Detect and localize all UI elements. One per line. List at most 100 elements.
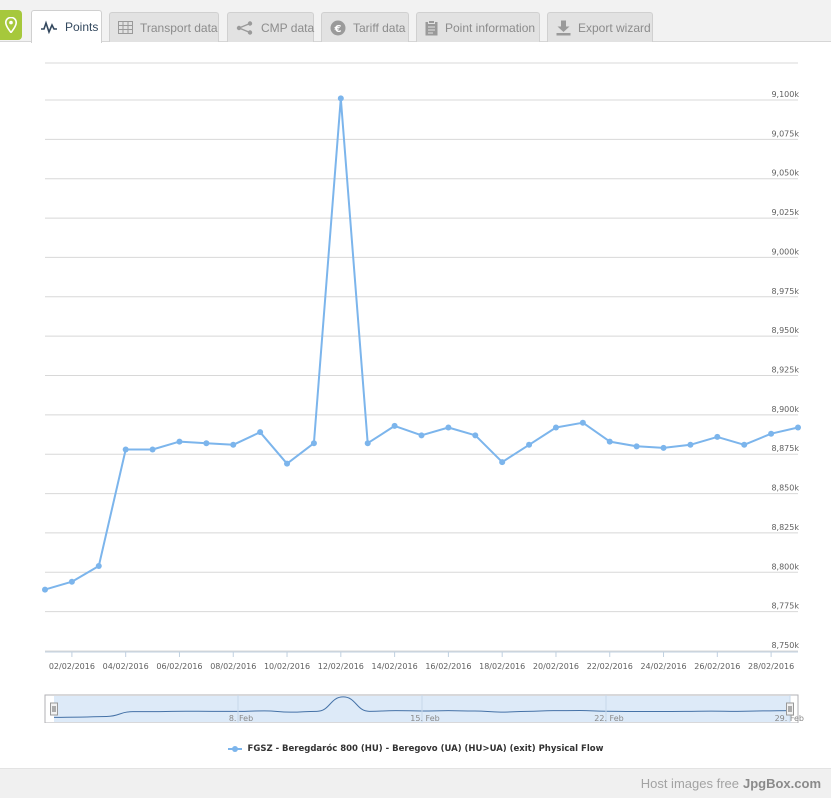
data-point[interactable] — [687, 441, 694, 448]
x-axis-labels: 02/02/2016 04/02/2016 06/02/2016 08/02/2016… — [49, 652, 794, 671]
tab-export-wizard[interactable]: Export wizard — [547, 12, 653, 42]
legend-item[interactable]: FGSZ - Beregdaróc 800 (HU) - Beregovo (U… — [0, 740, 831, 758]
data-point[interactable] — [606, 438, 613, 445]
data-point[interactable] — [284, 460, 291, 467]
data-point[interactable] — [795, 424, 801, 431]
tab-point-information[interactable]: Point information — [416, 12, 540, 42]
data-point[interactable] — [714, 433, 721, 440]
tab-transport-data[interactable]: Transport data — [109, 12, 219, 42]
x-tick-label: 18/02/2016 — [479, 662, 525, 671]
data-point[interactable] — [418, 432, 425, 439]
x-tick-label: 16/02/2016 — [425, 662, 471, 671]
data-point[interactable] — [633, 443, 640, 450]
x-tick-label: 06/02/2016 — [156, 662, 202, 671]
y-tick-label: 8,775k — [771, 602, 799, 611]
tab-label: CMP data — [261, 20, 315, 35]
handle-grip[interactable] — [786, 702, 794, 716]
data-point[interactable] — [552, 424, 559, 431]
y-tick-label: 8,800k — [771, 562, 799, 571]
tab-bar: Points Transport data CMP data € Tariff … — [0, 0, 831, 43]
data-point[interactable] — [257, 429, 264, 436]
legend-label: FGSZ - Beregdaróc 800 (HU) - Beregovo (U… — [247, 744, 604, 754]
y-tick-label: 9,050k — [771, 169, 799, 178]
x-tick-label: 04/02/2016 — [103, 662, 149, 671]
y-tick-label: 9,000k — [771, 247, 799, 256]
data-point[interactable] — [230, 441, 237, 448]
y-tick-label: 9,075k — [771, 129, 799, 138]
data-point[interactable] — [42, 586, 48, 593]
x-tick-label: 20/02/2016 — [533, 662, 579, 671]
data-point[interactable] — [95, 562, 102, 569]
share-nodes-icon — [236, 19, 254, 37]
table-icon — [118, 19, 133, 37]
tab-cmp-data[interactable]: CMP data — [227, 12, 314, 42]
data-point[interactable] — [741, 441, 748, 448]
navigator-label: 22. Feb — [594, 714, 623, 723]
svg-text:€: € — [334, 23, 342, 34]
chart-svg: 8,750k 8,775k 8,800k 8,825k 8,850k 8,875k 8,90… — [42, 62, 804, 734]
y-tick-label: 8,875k — [771, 444, 799, 453]
x-tick-label: 10/02/2016 — [264, 662, 310, 671]
y-tick-label: 8,825k — [771, 523, 799, 532]
legend-symbol — [227, 744, 242, 754]
tab-label: Points — [65, 20, 99, 34]
y-tick-label: 8,750k — [771, 641, 799, 650]
data-point[interactable] — [499, 459, 506, 466]
navigator[interactable]: 8. Feb 15. Feb 22. Feb 29. Feb — [44, 694, 804, 734]
navigator-right-handle[interactable] — [786, 702, 794, 716]
euro-icon: € — [330, 19, 346, 37]
y-tick-label: 9,025k — [771, 208, 799, 217]
location-pin-button[interactable] — [0, 10, 22, 40]
tab-label: Point information — [445, 20, 536, 35]
tab-label: Tariff data — [353, 20, 406, 35]
data-point[interactable] — [391, 422, 398, 429]
navigator-left-handle[interactable] — [50, 702, 58, 716]
data-point[interactable] — [176, 438, 183, 445]
line-chart-icon — [40, 18, 58, 36]
y-axis-labels: 8,750k 8,775k 8,800k 8,825k 8,850k 8,875k 8,90… — [771, 90, 799, 650]
data-point[interactable] — [149, 446, 156, 453]
data-point[interactable] — [579, 419, 586, 426]
y-tick-label: 8,925k — [771, 366, 799, 375]
x-tick-label: 14/02/2016 — [372, 662, 418, 671]
clipboard-icon — [425, 19, 438, 37]
x-tick-label: 12/02/2016 — [318, 662, 364, 671]
series-line — [44, 97, 799, 591]
footer-brand[interactable]: JpgBox.com — [743, 776, 821, 791]
y-tick-label: 8,900k — [771, 405, 799, 414]
navigator-label: 15. Feb — [410, 714, 439, 723]
y-tick-label: 8,850k — [771, 484, 799, 493]
data-point[interactable] — [310, 440, 317, 447]
data-point[interactable] — [445, 424, 452, 431]
download-icon — [556, 19, 571, 37]
tab-label: Transport data — [140, 20, 218, 35]
x-tick-label: 08/02/2016 — [210, 662, 256, 671]
flow-chart: 8,750k 8,775k 8,800k 8,825k 8,850k 8,875k 8,90… — [0, 43, 831, 734]
data-point[interactable] — [337, 95, 344, 102]
data-point[interactable] — [122, 446, 129, 453]
data-point[interactable] — [660, 444, 667, 451]
data-point[interactable] — [472, 432, 479, 439]
data-point[interactable] — [768, 430, 775, 437]
x-tick-label: 28/02/2016 — [748, 662, 794, 671]
x-tick-label: 02/02/2016 — [49, 662, 95, 671]
data-point[interactable] — [203, 440, 210, 447]
location-pin-icon — [5, 17, 17, 33]
data-point[interactable] — [526, 441, 533, 448]
tab-label: Export wizard — [578, 20, 651, 35]
x-tick-label: 22/02/2016 — [587, 662, 633, 671]
footer: Host images free JpgBox.com — [0, 768, 831, 798]
footer-text: Host images free — [640, 776, 739, 791]
x-tick-label: 24/02/2016 — [640, 662, 686, 671]
y-tick-label: 8,950k — [771, 326, 799, 335]
tab-tariff-data[interactable]: € Tariff data — [321, 12, 409, 42]
handle-grip[interactable] — [50, 702, 58, 716]
tab-points[interactable]: Points — [31, 10, 102, 43]
y-tick-label: 8,975k — [771, 287, 799, 296]
series-physical-flow — [42, 95, 801, 593]
x-tick-label: 26/02/2016 — [694, 662, 740, 671]
y-tick-label: 9,100k — [771, 90, 799, 99]
data-point[interactable] — [364, 440, 371, 447]
grid-lines — [45, 62, 798, 653]
data-point[interactable] — [68, 578, 75, 585]
